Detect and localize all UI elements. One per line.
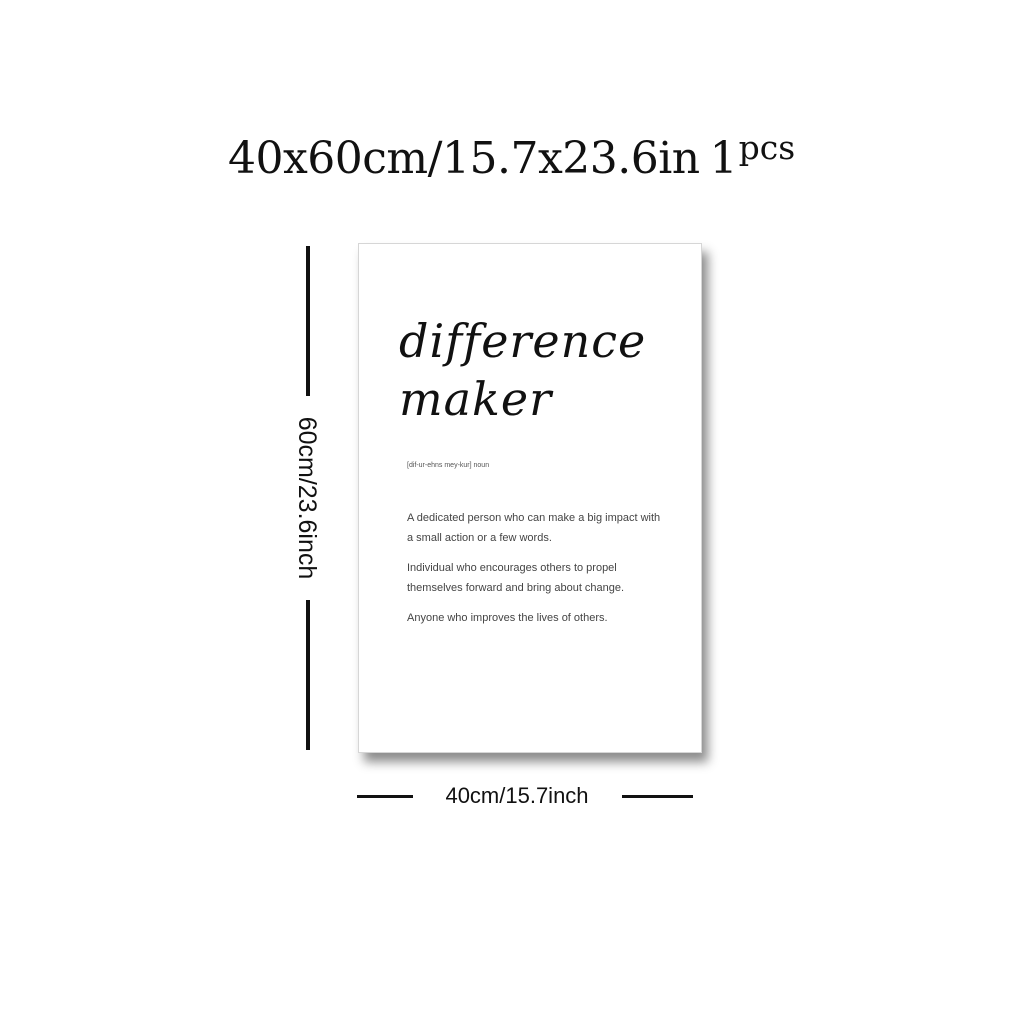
poster-pronunciation: [dif-ur-ehns mey-kur] noun: [407, 462, 490, 469]
height-dimension-label: 60cm/23.6inch: [293, 416, 321, 580]
poster-title-line1: difference: [399, 314, 647, 368]
poster-definitions: A dedicated person who can make a big im…: [407, 508, 667, 638]
poster-title-line2: maker: [399, 372, 553, 426]
poster-print: difference maker [dif-ur-ehns mey-kur] n…: [358, 243, 702, 753]
height-dimension-line-bottom: [306, 600, 310, 750]
product-size-heading: 40x60cm/15.7x23.6in 1pcs: [228, 118, 795, 189]
definition-item: A dedicated person who can make a big im…: [407, 512, 661, 544]
quantity-count: 1: [709, 133, 738, 184]
width-dimension-label: 40cm/15.7inch: [445, 783, 589, 808]
height-dimension-line-top: [306, 246, 310, 396]
size-text: 40x60cm/15.7x23.6in: [228, 133, 700, 184]
definition-item: Individual who encourages others to prop…: [407, 562, 625, 594]
quantity-unit: pcs: [738, 128, 796, 167]
definition-item: Anyone who improves the lives of others.: [407, 612, 608, 624]
width-dimension-line-right: [622, 795, 693, 798]
poster-title: difference maker: [399, 312, 646, 428]
width-dimension-line-left: [357, 795, 413, 798]
